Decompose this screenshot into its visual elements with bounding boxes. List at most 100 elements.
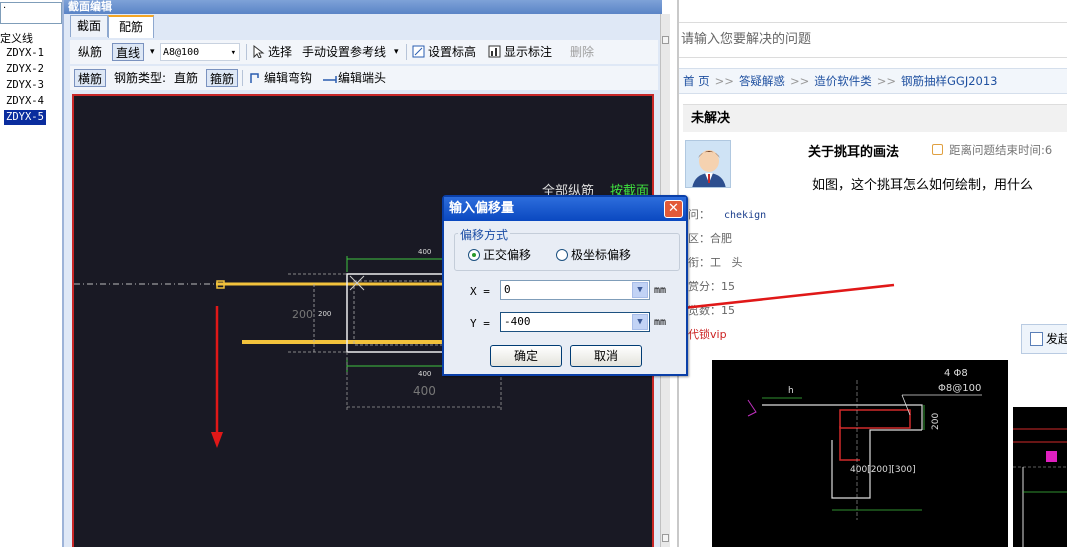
cad-label-dim-bottom: 400[200][300] [850,465,916,475]
tab-reinforcement[interactable]: 配筋 [108,15,154,38]
x-label: X = [470,285,490,298]
annotation-icon [488,45,501,58]
cad-label-stirrup: Φ8@100 [938,383,981,394]
question-cad-image[interactable]: 4 Φ8 Φ8@100 400[200][300] 200 h [712,360,1008,547]
user-avatar[interactable] [685,140,731,188]
cursor-icon [252,44,265,59]
breadcrumb-home[interactable]: 首 页 [683,74,710,88]
toolbar-secondary: 横筋 钢筋类型: 直筋 箍筋 编辑弯钩 编辑端头 [70,66,658,90]
hook-icon [248,71,261,84]
cancel-button[interactable]: 取消 [570,345,642,367]
breadcrumb-qa[interactable]: 答疑解惑 [739,74,785,88]
delete-button[interactable]: 删除 [570,43,594,61]
cad-label-top: 4 Φ8 [944,368,968,379]
question-search-input[interactable]: 请输入您要解决的问题 [679,22,1067,58]
red-arrow-head [211,432,223,448]
edit-hook-button[interactable]: 编辑弯钩 [248,69,312,87]
y-unit: mm [654,317,667,328]
cad-image-svg: 4 Φ8 Φ8@100 400[200][300] 200 h [747,368,982,520]
editor-title: 截面编辑 [64,0,662,14]
user-rank-label: 衔： [688,256,710,269]
line-type-button[interactable]: 直线 [112,43,145,61]
user-name-row: 问： chekign [688,206,766,222]
dim-bottom-small-text: 400 [418,370,431,378]
line-item-zdyx-4[interactable]: ZDYX-4 [4,94,46,109]
rebar-spec-value: A8@100 [163,47,200,58]
y-offset-field[interactable]: -400 ▼ [500,312,650,332]
set-elevation-label: 设置标高 [428,45,477,59]
user-name-link[interactable]: chekign [724,210,766,221]
toolbar-separator [406,44,407,60]
user-region-label: 区： [688,232,710,245]
radio-polar-label: 极坐标偏移 [571,248,632,262]
breadcrumb-ggj2013[interactable]: 钢筋抽样GGJ2013 [901,74,997,88]
cad-outline [762,404,923,430]
line-type-dropdown-icon[interactable]: ▾ [150,43,155,61]
line-item-zdyx-5[interactable]: ZDYX-5 [4,110,46,125]
close-icon[interactable]: ✕ [664,200,683,218]
set-elevation-button[interactable]: 设置标高 [412,43,476,61]
line-item-zdyx-2[interactable]: ZDYX-2 [4,62,46,77]
ok-button[interactable]: 确定 [490,345,562,367]
radio-orthogonal-label: 正交偏移 [483,248,532,262]
define-line-heading: 定义线 [0,32,33,45]
question-cad-image-2[interactable] [1013,407,1067,547]
stirrup-button[interactable]: 箍筋 [206,69,239,87]
offset-mode-label: 偏移方式 [458,226,511,243]
toolbar-separator [246,44,247,60]
cad-label-dim-side: 200 [931,413,941,430]
toolbar-primary: 纵筋 直线 ▾ A8@100 ▾ 选择 手动设置参考线 ▾ 设置标高 显示标注 删… [70,40,658,64]
question-title[interactable]: 关于挑耳的画法 [808,141,899,160]
chevron-down-icon[interactable]: ▼ [632,282,648,298]
breadcrumb-separator: >> [876,74,896,88]
line-item-zdyx-1[interactable]: ZDYX-1 [4,46,46,61]
question-body: 如图，这个挑耳怎么如何绘制，用什么 [812,178,1034,193]
manual-reference-line-button[interactable]: 手动设置参考线 [302,43,386,61]
dim-bottom-large-text: 400 [413,384,436,398]
dialog-title: 输入偏移量 [444,197,686,221]
x-offset-field[interactable]: 0 ▼ [500,280,650,300]
y-offset-value: -400 [504,315,531,328]
clock-icon [932,144,943,155]
breadcrumb-separator: >> [714,74,734,88]
radio-polar-offset[interactable]: 极坐标偏移 [556,246,631,263]
rebar-type-straight[interactable]: 直筋 [174,69,198,87]
cad-outline [831,429,922,499]
user-name-label: 问： [688,208,710,221]
define-line-panel: · 定义线 ZDYX-1 ZDYX-2 ZDYX-3 ZDYX-4 ZDYX-5 [0,0,62,547]
chevron-down-icon[interactable]: ▼ [632,314,648,330]
edit-end-label: 编辑端头 [338,71,387,85]
user-rank-value: 工 头 [710,256,743,269]
line-item-zdyx-3[interactable]: ZDYX-3 [4,78,46,93]
question-countdown: 距离问题结束时间:6 [932,142,1052,158]
rebar-spec-select[interactable]: A8@100 ▾ [160,43,240,61]
panel-top-field[interactable]: · [0,2,62,24]
breadcrumb-cost-software[interactable]: 造价软件类 [814,74,872,88]
user-region-row: 区：合肥 [688,230,732,246]
tab-section[interactable]: 截面 [70,15,108,37]
user-rank-row: 衔：工 头 [688,254,743,270]
dim-side-right-text: 200 [318,310,331,318]
x-offset-value: 0 [504,283,511,296]
transverse-rebar-button[interactable]: 横筋 [74,69,107,87]
breadcrumb: 首 页 >> 答疑解惑 >> 造价软件类 >> 钢筋抽样GGJ2013 [679,68,1067,94]
scroll-down-icon[interactable] [662,534,669,542]
offset-input-dialog: 输入偏移量 ✕ 偏移方式 正交偏移 极坐标偏移 X = 0 ▼ mm Y = -4… [442,195,688,376]
countdown-label: 距离问题结束时间: [949,143,1045,157]
post-question-button[interactable]: 发起 [1021,324,1067,354]
select-label: 选择 [268,45,293,59]
countdown-value: 6 [1044,143,1053,157]
select-tool-button[interactable]: 选择 [252,43,292,61]
cad-label-h: h [788,386,794,396]
cad-rebar-outline [839,409,911,429]
scroll-up-icon[interactable] [662,36,669,44]
breadcrumb-separator: >> [789,74,810,88]
edit-end-button[interactable]: 编辑端头 [322,69,386,87]
show-annotation-button[interactable]: 显示标注 [488,43,552,61]
rebar-type-label: 钢筋类型: [114,71,167,85]
edit-icon [1030,332,1043,346]
dim-top-text: 400 [418,248,431,256]
reference-line-dropdown-icon[interactable]: ▾ [394,43,399,61]
post-button-label: 发起 [1046,332,1067,346]
radio-orthogonal-offset[interactable]: 正交偏移 [468,246,531,263]
